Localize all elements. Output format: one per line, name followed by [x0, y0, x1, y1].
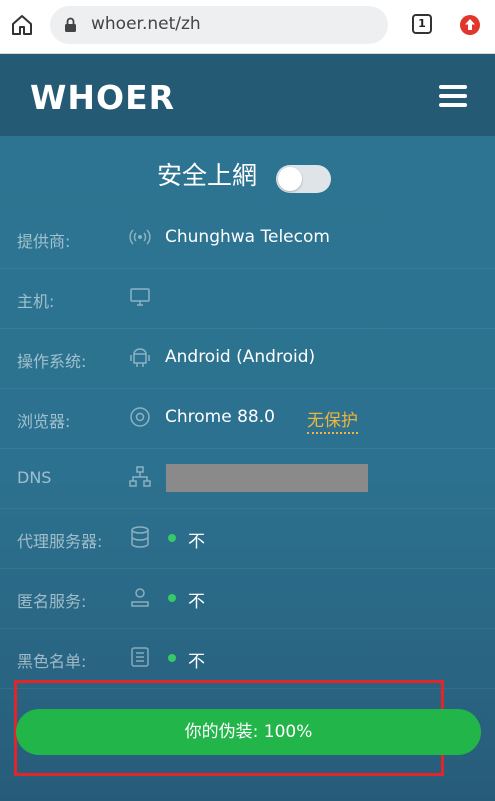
lock-icon — [65, 17, 76, 32]
status-dot — [168, 534, 176, 542]
row-label: 操作系统: — [17, 352, 87, 371]
list-item-dns: DNS — [0, 449, 495, 509]
row-value: Android (Android) — [165, 347, 316, 367]
list-item-browser: 浏览器: Chrome 88.0 无保护 — [0, 389, 495, 449]
row-value: Chrome 88.0 — [165, 407, 275, 427]
list-item-provider: 提供商: Chunghwa Telecom — [0, 209, 495, 269]
safe-browsing-row: 安全上網 — [0, 154, 495, 198]
url-text[interactable]: whoer.net/zh — [91, 14, 201, 34]
site-logo[interactable]: WHOER — [30, 78, 175, 117]
database-icon — [131, 526, 149, 548]
status-dot — [168, 594, 176, 602]
list-item-os: 操作系统: Android (Android) — [0, 329, 495, 389]
home-icon[interactable] — [10, 13, 34, 37]
address-bar[interactable]: whoer.net/zh — [50, 6, 388, 44]
row-label: 匿名服务: — [17, 592, 87, 611]
user-icon — [131, 588, 149, 607]
toggle-knob — [278, 167, 302, 191]
row-value: Chunghwa Telecom — [165, 227, 330, 247]
row-label: 主机: — [17, 292, 55, 311]
list-item-proxy: 代理服务器: 不 — [0, 509, 495, 569]
row-label: 浏览器: — [17, 412, 71, 431]
status-dot — [168, 654, 176, 662]
browser-toolbar: whoer.net/zh 1 — [0, 0, 495, 54]
tab-switcher-button[interactable]: 1 — [412, 14, 432, 34]
disguise-score-button[interactable]: 你的伪装: 100% — [16, 709, 481, 755]
row-label: 黑色名单: — [17, 652, 87, 671]
page-content: WHOER 安全上網 提供商: Chunghwa Telecom 主机: 操作系… — [0, 54, 495, 801]
safe-browsing-toggle[interactable] — [276, 165, 331, 193]
extension-icon[interactable] — [458, 13, 482, 37]
site-header: WHOER — [0, 54, 495, 136]
status-text: 不 — [188, 592, 205, 612]
list-icon — [131, 647, 149, 667]
info-list: 提供商: Chunghwa Telecom 主机: 操作系统: Android … — [0, 209, 495, 689]
list-item-host: 主机: — [0, 269, 495, 329]
list-item-anonymizer: 匿名服务: 不 — [0, 569, 495, 629]
signal-icon — [129, 229, 151, 245]
status-text: 不 — [188, 532, 205, 552]
safe-browsing-label: 安全上網 — [157, 161, 258, 190]
dns-redacted-value — [166, 464, 368, 492]
chrome-icon — [130, 407, 150, 427]
unprotected-warning-link[interactable]: 无保护 — [307, 406, 358, 434]
monitor-icon — [130, 288, 150, 306]
android-icon — [130, 348, 150, 367]
network-icon — [129, 466, 151, 487]
status-text: 不 — [188, 652, 205, 672]
row-label: 代理服务器: — [17, 532, 103, 551]
row-label: 提供商: — [17, 232, 71, 251]
hamburger-menu-icon[interactable] — [439, 85, 467, 107]
row-label: DNS — [17, 468, 52, 487]
